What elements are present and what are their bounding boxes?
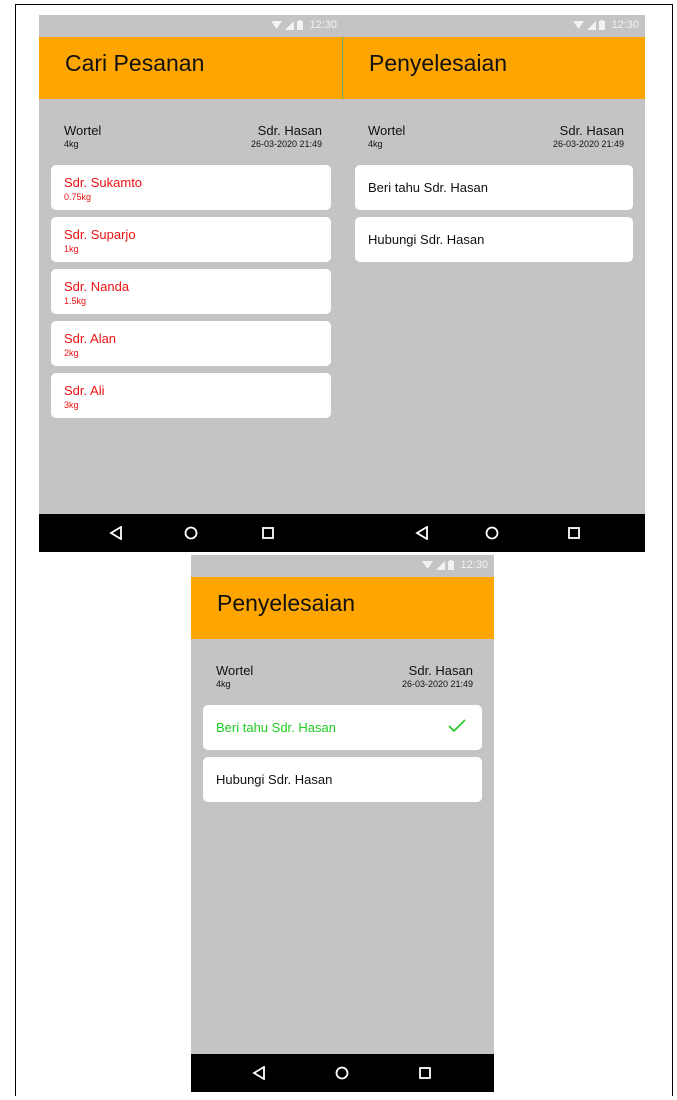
phone-screen-finish-done: 12:30 Penyelesaian Wortel 4kg Sdr. Hasan… (191, 555, 494, 1092)
action-list: Beri tahu Sdr. Hasan Hubungi Sdr. Hasan (355, 165, 633, 269)
seller-qty: 3kg (64, 400, 79, 410)
seller-list: Sdr. Sukamto 0.75kg Sdr. Suparjo 1kg Sdr… (51, 165, 331, 425)
status-bar: 12:30 (343, 15, 645, 37)
product-weight: 4kg (216, 679, 231, 689)
seller-card[interactable]: Sdr. Ali 3kg (51, 373, 331, 418)
seller-name: Sdr. Sukamto (64, 175, 143, 190)
app-bar: Penyelesaian (191, 577, 494, 639)
home-icon[interactable] (485, 526, 499, 540)
seller-name: Sdr. Alan (64, 331, 117, 346)
action-label: Beri tahu Sdr. Hasan (216, 720, 336, 735)
nav-bar (343, 514, 645, 552)
customer-name: Sdr. Hasan (257, 123, 322, 138)
check-icon (448, 719, 466, 733)
app-bar: Cari Pesanan (39, 37, 343, 99)
seller-qty: 1.5kg (64, 296, 87, 306)
back-icon[interactable] (415, 526, 429, 540)
seller-qty: 0.75kg (64, 192, 92, 202)
seller-name: Sdr. Ali (64, 383, 105, 398)
nav-bar (39, 514, 343, 552)
status-bar: 12:30 (191, 555, 494, 577)
nav-bar (191, 1054, 494, 1092)
customer-name: Sdr. Hasan (408, 663, 473, 678)
product-weight: 4kg (368, 139, 383, 149)
recents-icon[interactable] (567, 526, 581, 540)
order-datetime: 26-03-2020 21:49 (250, 139, 322, 149)
home-icon[interactable] (335, 1066, 349, 1080)
battery-icon (297, 20, 304, 30)
battery-icon (599, 20, 606, 30)
page-title: Cari Pesanan (65, 50, 205, 76)
phone-screen-finish: 12:30 Penyelesaian Wortel 4kg Sdr. Hasan… (343, 15, 645, 552)
notify-customer-button[interactable]: Beri tahu Sdr. Hasan (203, 705, 482, 750)
status-time: 12:30 (611, 19, 639, 31)
contact-customer-button[interactable]: Hubungi Sdr. Hasan (355, 217, 633, 262)
action-list: Beri tahu Sdr. Hasan Hubungi Sdr. Hasan (203, 705, 482, 809)
wifi-icon (422, 560, 434, 569)
seller-name: Sdr. Suparjo (64, 227, 136, 242)
status-time: 12:30 (309, 19, 337, 31)
page-title: Penyelesaian (369, 50, 508, 76)
page-title: Penyelesaian (217, 590, 356, 616)
phone-screen-search: 12:30 Cari Pesanan Wortel 4kg Sdr. Hasan… (39, 15, 343, 552)
product-name: Wortel (64, 123, 102, 138)
notify-customer-button[interactable]: Beri tahu Sdr. Hasan (355, 165, 633, 210)
product-weight: 4kg (64, 139, 79, 149)
back-icon[interactable] (109, 526, 123, 540)
order-datetime: 26-03-2020 21:49 (552, 139, 624, 149)
status-time: 12:30 (460, 559, 488, 571)
app-bar: Penyelesaian (343, 37, 645, 99)
action-label: Hubungi Sdr. Hasan (216, 772, 333, 787)
order-summary: Wortel 4kg Sdr. Hasan 26-03-2020 21:49 (191, 663, 494, 693)
wifi-icon (271, 20, 283, 29)
action-label: Beri tahu Sdr. Hasan (368, 180, 488, 195)
seller-qty: 2kg (64, 348, 79, 358)
contact-customer-button[interactable]: Hubungi Sdr. Hasan (203, 757, 482, 802)
order-summary: Wortel 4kg Sdr. Hasan 26-03-2020 21:49 (343, 123, 645, 153)
battery-icon (448, 560, 455, 570)
action-label: Hubungi Sdr. Hasan (368, 232, 485, 247)
signal-icon (436, 560, 446, 570)
seller-card[interactable]: Sdr. Suparjo 1kg (51, 217, 331, 262)
back-icon[interactable] (252, 1066, 266, 1080)
product-name: Wortel (216, 663, 254, 678)
status-bar: 12:30 (39, 15, 343, 37)
seller-qty: 1kg (64, 244, 79, 254)
seller-card[interactable]: Sdr. Nanda 1.5kg (51, 269, 331, 314)
home-icon[interactable] (184, 526, 198, 540)
signal-icon (587, 20, 597, 30)
product-name: Wortel (368, 123, 406, 138)
order-summary: Wortel 4kg Sdr. Hasan 26-03-2020 21:49 (39, 123, 343, 153)
wifi-icon (573, 20, 585, 29)
signal-icon (285, 20, 295, 30)
customer-name: Sdr. Hasan (559, 123, 624, 138)
recents-icon[interactable] (418, 1066, 432, 1080)
seller-card[interactable]: Sdr. Alan 2kg (51, 321, 331, 366)
order-datetime: 26-03-2020 21:49 (401, 679, 473, 689)
recents-icon[interactable] (261, 526, 275, 540)
seller-name: Sdr. Nanda (64, 279, 130, 294)
seller-card[interactable]: Sdr. Sukamto 0.75kg (51, 165, 331, 210)
